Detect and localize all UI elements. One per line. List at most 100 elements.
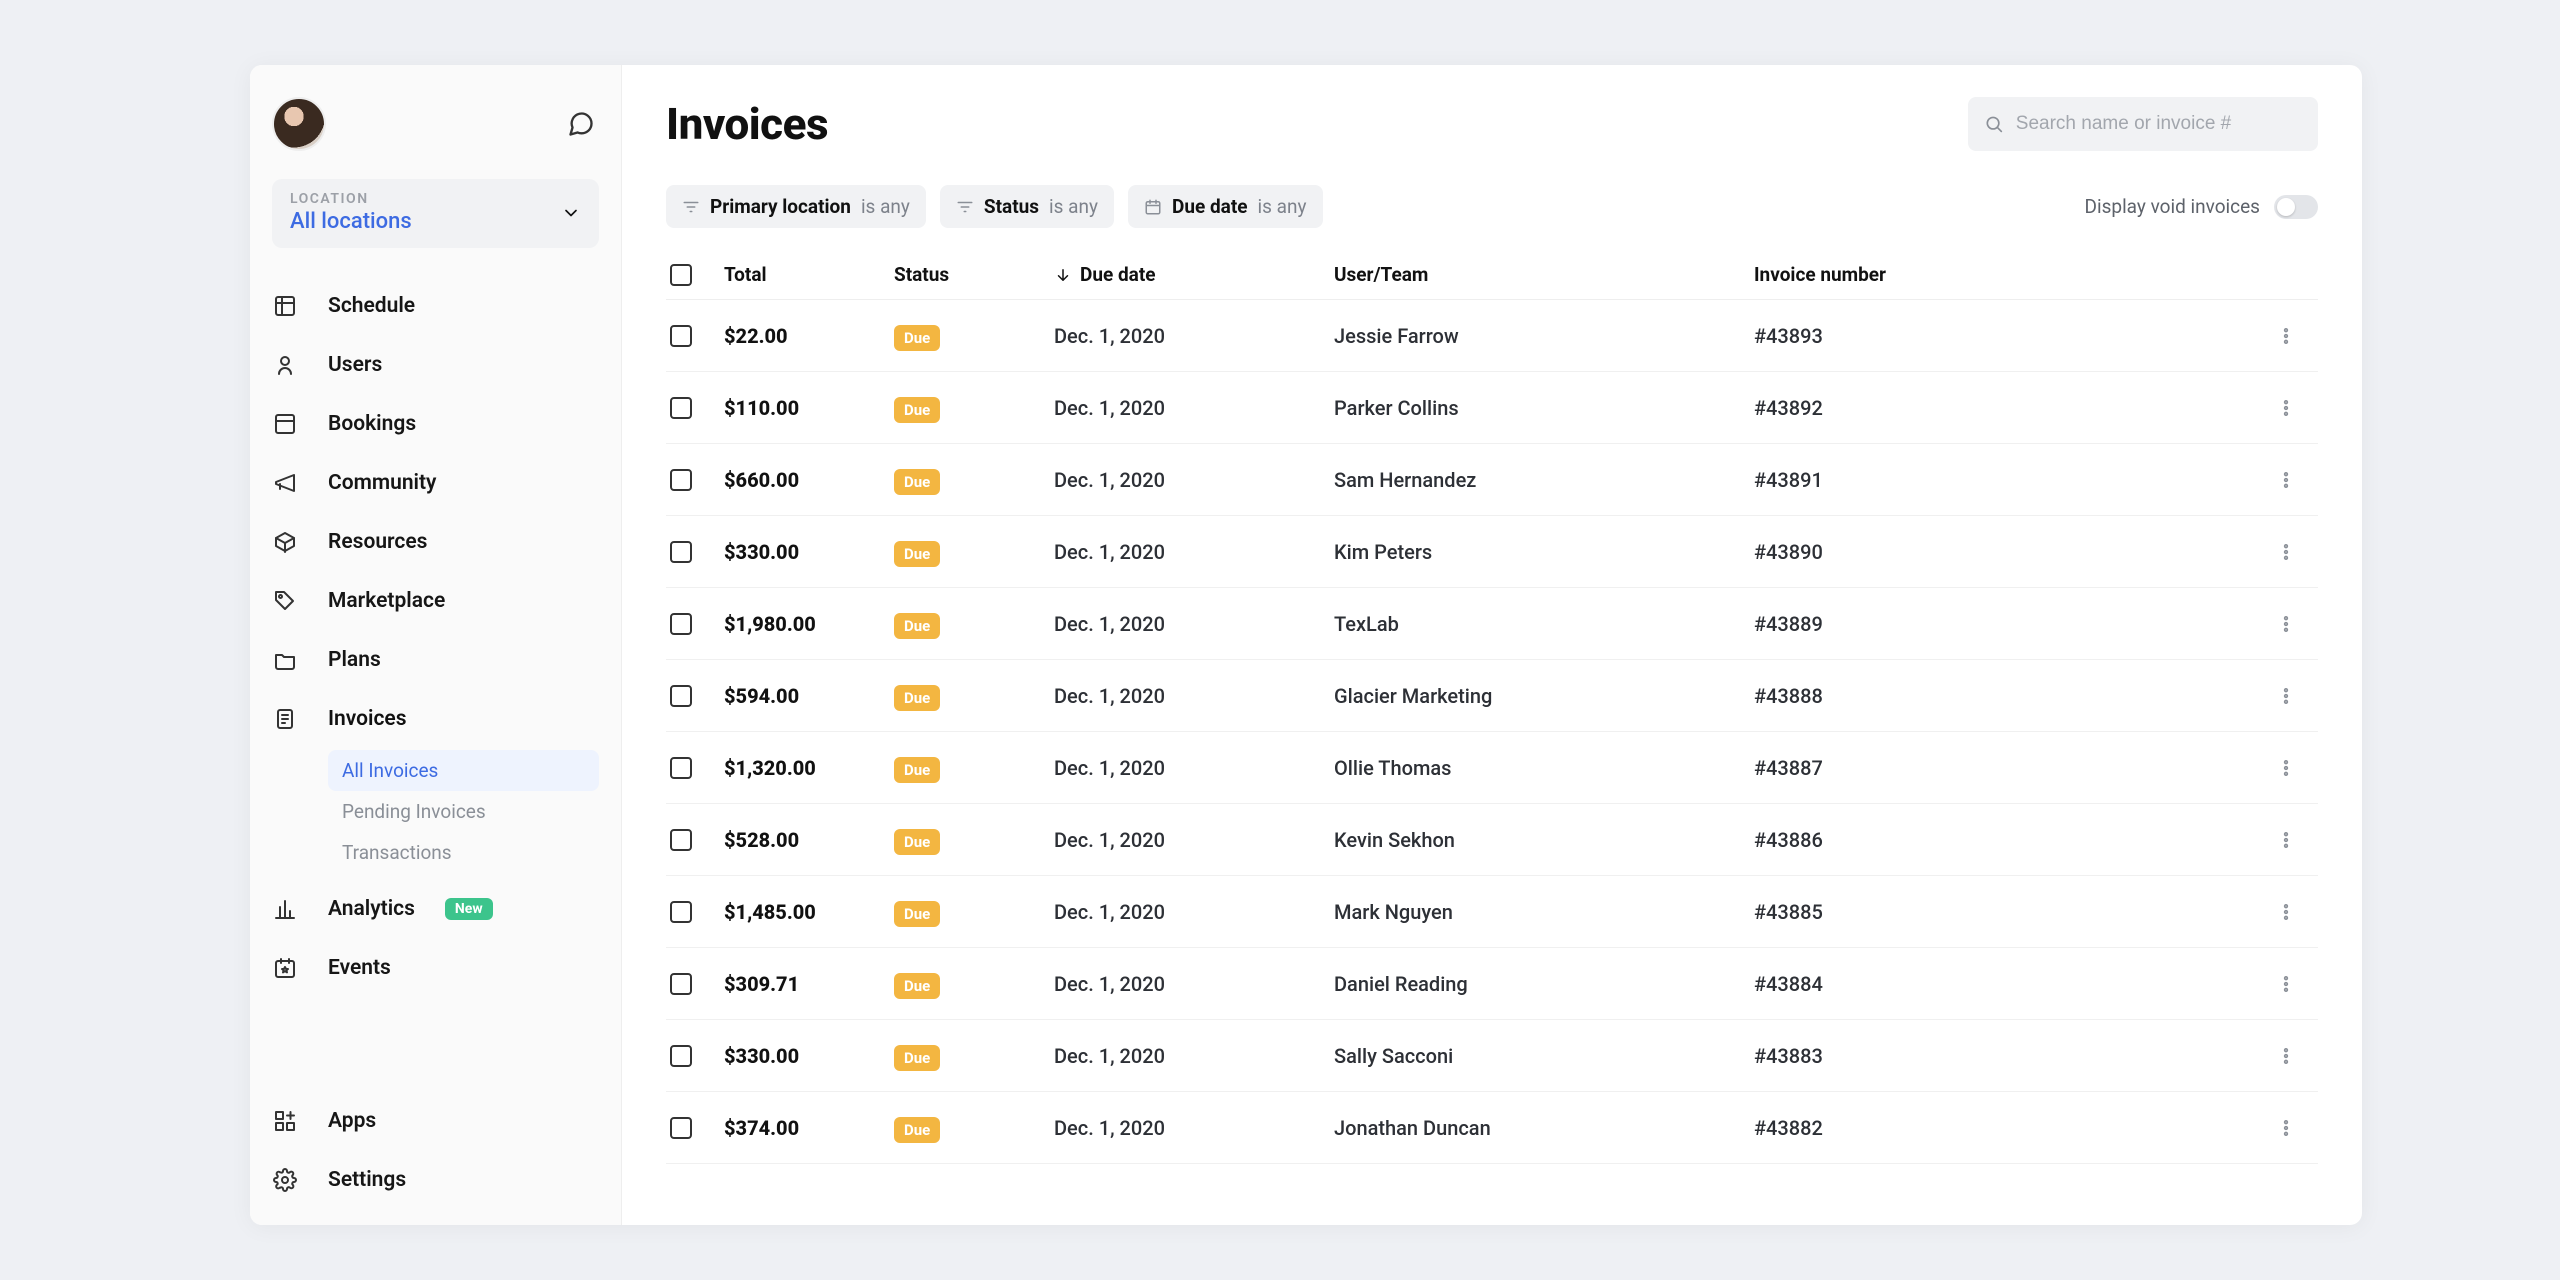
col-invoice-number[interactable]: Invoice number: [1754, 263, 2258, 286]
nav-item-resources[interactable]: Resources: [272, 512, 599, 571]
cell-total: $330.00: [724, 1044, 894, 1068]
page-title: Invoices: [666, 98, 828, 150]
nav-item-analytics[interactable]: Analytics New: [272, 879, 599, 938]
filter-status[interactable]: Status is any: [940, 185, 1114, 228]
table-body: $22.00DueDec. 1, 2020Jessie Farrow#43893…: [666, 300, 2318, 1225]
sidebar: LOCATION All locations Schedule Users Bo…: [250, 65, 622, 1225]
cell-invoice-number: #43885: [1754, 900, 2258, 924]
main-content: Invoices Primary location is any Status …: [622, 65, 2362, 1225]
box-icon: [272, 529, 298, 555]
row-actions-button[interactable]: [2258, 974, 2314, 994]
row-checkbox[interactable]: [670, 685, 692, 707]
col-due-label: Due date: [1080, 263, 1156, 286]
cell-user: Kim Peters: [1334, 540, 1754, 564]
filter-label: Status: [984, 195, 1039, 218]
location-picker[interactable]: LOCATION All locations: [272, 179, 599, 248]
search-box[interactable]: [1968, 97, 2318, 151]
filter-primary-location[interactable]: Primary location is any: [666, 185, 926, 228]
row-actions-button[interactable]: [2258, 686, 2314, 706]
table-row[interactable]: $309.71DueDec. 1, 2020Daniel Reading#438…: [666, 948, 2318, 1020]
filter-suffix: is any: [1258, 195, 1307, 218]
invoices-subnav: All Invoices Pending Invoices Transactio…: [328, 750, 599, 873]
col-status[interactable]: Status: [894, 263, 1054, 286]
cell-due-date: Dec. 1, 2020: [1054, 828, 1334, 852]
cell-user: Jonathan Duncan: [1334, 1116, 1754, 1140]
megaphone-icon: [272, 470, 298, 496]
cell-invoice-number: #43887: [1754, 756, 2258, 780]
cell-due-date: Dec. 1, 2020: [1054, 612, 1334, 636]
nav-item-bookings[interactable]: Bookings: [272, 394, 599, 453]
col-user[interactable]: User/Team: [1334, 263, 1754, 286]
row-actions-button[interactable]: [2258, 542, 2314, 562]
row-checkbox[interactable]: [670, 757, 692, 779]
row-actions-button[interactable]: [2258, 758, 2314, 778]
subnav-pending-invoices[interactable]: Pending Invoices: [328, 791, 599, 832]
nav-item-apps[interactable]: Apps: [272, 1091, 599, 1150]
nav-item-settings[interactable]: Settings: [272, 1150, 599, 1209]
table-row[interactable]: $22.00DueDec. 1, 2020Jessie Farrow#43893: [666, 300, 2318, 372]
cell-user: Glacier Marketing: [1334, 684, 1754, 708]
row-checkbox[interactable]: [670, 1045, 692, 1067]
nav-item-community[interactable]: Community: [272, 453, 599, 512]
table-row[interactable]: $1,485.00DueDec. 1, 2020Mark Nguyen#4388…: [666, 876, 2318, 948]
row-checkbox[interactable]: [670, 613, 692, 635]
status-badge: Due: [894, 541, 940, 567]
nav-item-users[interactable]: Users: [272, 335, 599, 394]
void-toggle[interactable]: [2274, 195, 2318, 219]
panel-icon: [272, 411, 298, 437]
nav-label: Analytics: [328, 897, 415, 921]
status-badge: Due: [894, 613, 940, 639]
row-checkbox[interactable]: [670, 541, 692, 563]
nav-item-plans[interactable]: Plans: [272, 630, 599, 689]
calendar-star-icon: [272, 955, 298, 981]
cell-user: Daniel Reading: [1334, 972, 1754, 996]
cell-invoice-number: #43882: [1754, 1116, 2258, 1140]
row-checkbox[interactable]: [670, 469, 692, 491]
select-all-checkbox[interactable]: [670, 264, 692, 286]
status-badge: Due: [894, 1117, 940, 1143]
row-checkbox[interactable]: [670, 1117, 692, 1139]
more-vertical-icon: [2276, 470, 2296, 490]
col-total[interactable]: Total: [724, 263, 894, 286]
row-actions-button[interactable]: [2258, 326, 2314, 346]
row-checkbox[interactable]: [670, 829, 692, 851]
table-row[interactable]: $110.00DueDec. 1, 2020Parker Collins#438…: [666, 372, 2318, 444]
table-row[interactable]: $330.00DueDec. 1, 2020Sally Sacconi#4388…: [666, 1020, 2318, 1092]
row-checkbox[interactable]: [670, 973, 692, 995]
row-actions-button[interactable]: [2258, 1046, 2314, 1066]
cell-user: Sam Hernandez: [1334, 468, 1754, 492]
table-row[interactable]: $330.00DueDec. 1, 2020Kim Peters#43890: [666, 516, 2318, 588]
subnav-all-invoices[interactable]: All Invoices: [328, 750, 599, 791]
table-row[interactable]: $594.00DueDec. 1, 2020Glacier Marketing#…: [666, 660, 2318, 732]
row-actions-button[interactable]: [2258, 614, 2314, 634]
chat-icon[interactable]: [563, 106, 599, 142]
col-due-date[interactable]: Due date: [1054, 263, 1334, 286]
row-actions-button[interactable]: [2258, 470, 2314, 490]
nav-item-schedule[interactable]: Schedule: [272, 276, 599, 335]
subnav-transactions[interactable]: Transactions: [328, 832, 599, 873]
search-icon: [1984, 113, 2004, 135]
cell-invoice-number: #43884: [1754, 972, 2258, 996]
table-row[interactable]: $660.00DueDec. 1, 2020Sam Hernandez#4389…: [666, 444, 2318, 516]
row-checkbox[interactable]: [670, 901, 692, 923]
nav-item-events[interactable]: Events: [272, 938, 599, 997]
table-row[interactable]: $374.00DueDec. 1, 2020Jonathan Duncan#43…: [666, 1092, 2318, 1164]
cell-user: Kevin Sekhon: [1334, 828, 1754, 852]
row-actions-button[interactable]: [2258, 1118, 2314, 1138]
filter-due-date[interactable]: Due date is any: [1128, 185, 1323, 228]
nav-item-invoices[interactable]: Invoices: [272, 689, 599, 748]
search-input[interactable]: [2016, 113, 2302, 135]
table-row[interactable]: $528.00DueDec. 1, 2020Kevin Sekhon#43886: [666, 804, 2318, 876]
status-badge: Due: [894, 901, 940, 927]
row-actions-button[interactable]: [2258, 902, 2314, 922]
row-actions-button[interactable]: [2258, 830, 2314, 850]
row-actions-button[interactable]: [2258, 398, 2314, 418]
cell-total: $374.00: [724, 1116, 894, 1140]
table-row[interactable]: $1,320.00DueDec. 1, 2020Ollie Thomas#438…: [666, 732, 2318, 804]
row-checkbox[interactable]: [670, 325, 692, 347]
status-badge: Due: [894, 757, 940, 783]
nav-item-marketplace[interactable]: Marketplace: [272, 571, 599, 630]
row-checkbox[interactable]: [670, 397, 692, 419]
table-row[interactable]: $1,980.00DueDec. 1, 2020TexLab#43889: [666, 588, 2318, 660]
avatar[interactable]: [272, 97, 326, 151]
